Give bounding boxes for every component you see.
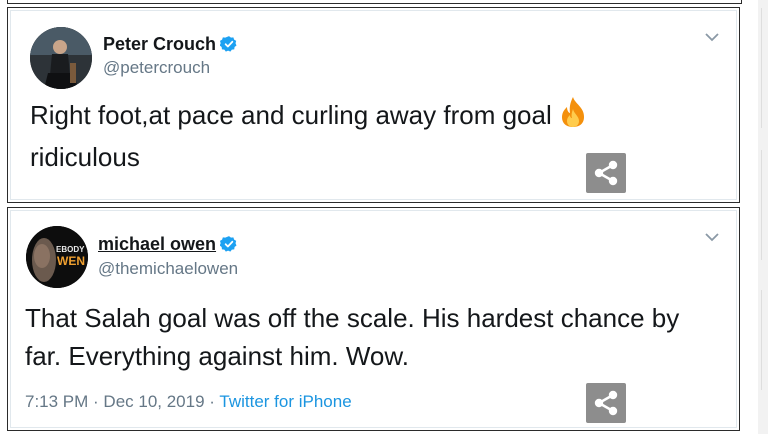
tweet-text-line: Right foot,at pace and curling away from… [30, 100, 552, 130]
author-handle[interactable]: @petercrouch [103, 58, 210, 78]
share-button[interactable] [586, 153, 626, 193]
share-button[interactable] [586, 383, 626, 423]
avatar-text: EBODY [56, 245, 85, 254]
avatar-text: WEN [57, 254, 85, 268]
tweet-text-line: ridiculous [30, 142, 140, 172]
author-name[interactable]: michael owen [98, 234, 238, 258]
tweet-card-michael-owen[interactable]: EBODY WEN michael owen @themichaelowen T… [7, 207, 740, 431]
tweet-meta: 7:13 PM · Dec 10, 2019 · Twitter for iPh… [25, 392, 352, 411]
share-icon [594, 160, 618, 186]
tweet-text-line: That Salah goal was off the scale. His h… [25, 303, 680, 333]
chevron-down-icon[interactable] [705, 32, 719, 42]
avatar[interactable] [30, 27, 92, 89]
author-name[interactable]: Peter Crouch [103, 34, 238, 58]
tweet-source-link[interactable]: Twitter for iPhone [219, 392, 351, 411]
tweet-card-peter-crouch[interactable]: Peter Crouch @petercrouch Right foot,at … [7, 7, 740, 203]
tweet-text: That Salah goal was off the scale. His h… [25, 299, 725, 375]
verified-badge-icon [219, 235, 238, 258]
previous-card-edge [7, 0, 742, 4]
author-handle[interactable]: @themichaelowen [98, 259, 238, 279]
avatar[interactable]: EBODY WEN [26, 226, 88, 288]
page-scroll-strip [758, 0, 768, 434]
tweet-time[interactable]: 7:13 PM [25, 392, 88, 411]
verified-badge-icon [219, 35, 238, 58]
tweet-date[interactable]: Dec 10, 2019 [103, 392, 204, 411]
chevron-down-icon[interactable] [705, 232, 719, 242]
fire-icon [558, 96, 588, 138]
tweet-text-line: far. Everything against him. Wow. [25, 341, 409, 371]
share-icon [594, 390, 618, 416]
